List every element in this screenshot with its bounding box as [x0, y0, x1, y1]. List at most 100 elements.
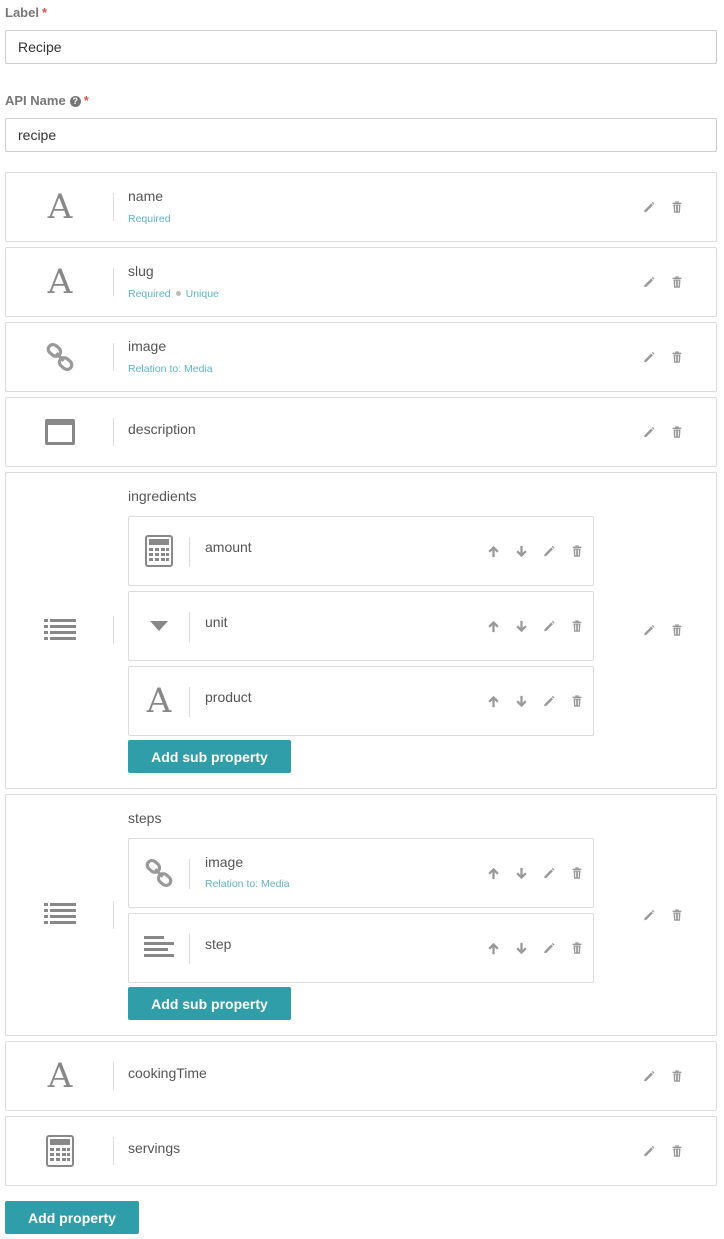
dropdown-icon: [129, 592, 189, 660]
sub-property-meta: Relation to: Media: [205, 878, 290, 890]
property-name: ingredients: [128, 488, 197, 504]
label-title-text: Label: [5, 5, 39, 20]
add-sub-property-button[interactable]: Add sub property: [128, 987, 291, 1020]
divider: [113, 1137, 114, 1165]
text-type-icon: A: [47, 1056, 73, 1096]
window-icon: [6, 398, 114, 466]
divider: [113, 418, 114, 446]
link-icon: [6, 323, 114, 391]
add-property-button[interactable]: Add property: [5, 1201, 139, 1234]
divider: [113, 616, 114, 644]
delete-trash-icon[interactable]: [569, 543, 585, 559]
property-meta: Relation to: Media: [128, 363, 213, 375]
list-icon: [6, 473, 114, 788]
delete-trash-icon[interactable]: [669, 622, 685, 638]
edit-pencil-icon[interactable]: [541, 618, 557, 634]
edit-pencil-icon[interactable]: [641, 1068, 657, 1084]
edit-pencil-icon[interactable]: [641, 622, 657, 638]
property-name: steps: [128, 810, 162, 826]
label-field-title: Label *: [5, 5, 47, 20]
list-icon: [6, 795, 114, 1035]
property-name: description: [128, 421, 196, 437]
edit-pencil-icon[interactable]: [641, 349, 657, 365]
required-mark: *: [41, 5, 48, 20]
move-up-arrow-icon[interactable]: [485, 693, 501, 709]
sub-property-name: product: [205, 689, 252, 705]
property-name: cookingTime: [128, 1065, 207, 1081]
property-meta: Required Unique: [128, 288, 219, 300]
property-row-steps: steps image Relation to: Media step Add …: [5, 794, 717, 1036]
delete-trash-icon[interactable]: [669, 349, 685, 365]
edit-pencil-icon[interactable]: [641, 1143, 657, 1159]
required-mark: *: [83, 93, 89, 108]
calculator-icon: [6, 1117, 114, 1185]
delete-trash-icon[interactable]: [569, 865, 585, 881]
move-down-arrow-icon[interactable]: [513, 940, 529, 956]
delete-trash-icon[interactable]: [669, 274, 685, 290]
edit-pencil-icon[interactable]: [541, 940, 557, 956]
divider: [113, 268, 114, 296]
divider: [189, 612, 190, 642]
sub-property-name: step: [205, 936, 232, 952]
text-type-icon: A: [146, 681, 172, 721]
divider: [189, 859, 190, 889]
delete-trash-icon[interactable]: [569, 940, 585, 956]
edit-pencil-icon[interactable]: [541, 693, 557, 709]
api-name-input[interactable]: [5, 118, 717, 152]
divider: [113, 901, 114, 929]
divider: [113, 1062, 114, 1090]
property-row-cookingtime: A cookingTime: [5, 1041, 717, 1111]
api-name-field-title: API Name? *: [5, 93, 89, 108]
divider: [189, 687, 190, 717]
edit-pencil-icon[interactable]: [641, 907, 657, 923]
move-down-arrow-icon[interactable]: [513, 543, 529, 559]
link-icon: [129, 839, 189, 907]
property-name: name: [128, 188, 164, 204]
edit-pencil-icon[interactable]: [541, 543, 557, 559]
move-down-arrow-icon[interactable]: [513, 693, 529, 709]
delete-trash-icon[interactable]: [669, 1068, 685, 1084]
edit-pencil-icon[interactable]: [641, 199, 657, 215]
sub-property-row-step: step: [128, 913, 594, 983]
sub-property-row-product: A product: [128, 666, 594, 736]
property-row-servings: servings: [5, 1116, 717, 1186]
move-up-arrow-icon[interactable]: [485, 543, 501, 559]
meta-required: Required: [128, 288, 171, 300]
meta-unique: Unique: [185, 288, 219, 300]
edit-pencil-icon[interactable]: [541, 865, 557, 881]
move-down-arrow-icon[interactable]: [513, 618, 529, 634]
move-up-arrow-icon[interactable]: [485, 865, 501, 881]
property-row-image: image Relation to: Media: [5, 322, 717, 392]
edit-pencil-icon[interactable]: [641, 274, 657, 290]
divider: [113, 343, 114, 371]
delete-trash-icon[interactable]: [669, 199, 685, 215]
divider: [189, 537, 190, 567]
delete-trash-icon[interactable]: [669, 424, 685, 440]
sub-property-row-unit: unit: [128, 591, 594, 661]
sub-property-name: unit: [205, 614, 228, 630]
property-row-description: description: [5, 397, 717, 467]
property-row-slug: A slug Required Unique: [5, 247, 717, 317]
delete-trash-icon[interactable]: [569, 618, 585, 634]
calculator-icon: [129, 517, 189, 585]
edit-pencil-icon[interactable]: [641, 424, 657, 440]
divider: [189, 934, 190, 964]
move-down-arrow-icon[interactable]: [513, 865, 529, 881]
meta-separator-dot: [175, 291, 181, 297]
delete-trash-icon[interactable]: [669, 1143, 685, 1159]
property-name: image: [128, 338, 167, 354]
label-input[interactable]: [5, 30, 717, 64]
property-row-name: A name Required: [5, 172, 717, 242]
move-up-arrow-icon[interactable]: [485, 940, 501, 956]
delete-trash-icon[interactable]: [669, 907, 685, 923]
sub-property-name: image: [205, 854, 244, 870]
property-meta: Required: [128, 213, 171, 225]
add-sub-property-button[interactable]: Add sub property: [128, 740, 291, 773]
help-icon[interactable]: ?: [69, 96, 81, 107]
sub-property-name: amount: [205, 539, 252, 555]
delete-trash-icon[interactable]: [569, 693, 585, 709]
property-name: slug: [128, 263, 154, 279]
move-up-arrow-icon[interactable]: [485, 618, 501, 634]
sub-property-row-image: image Relation to: Media: [128, 838, 594, 908]
text-type-icon: A: [47, 187, 73, 227]
